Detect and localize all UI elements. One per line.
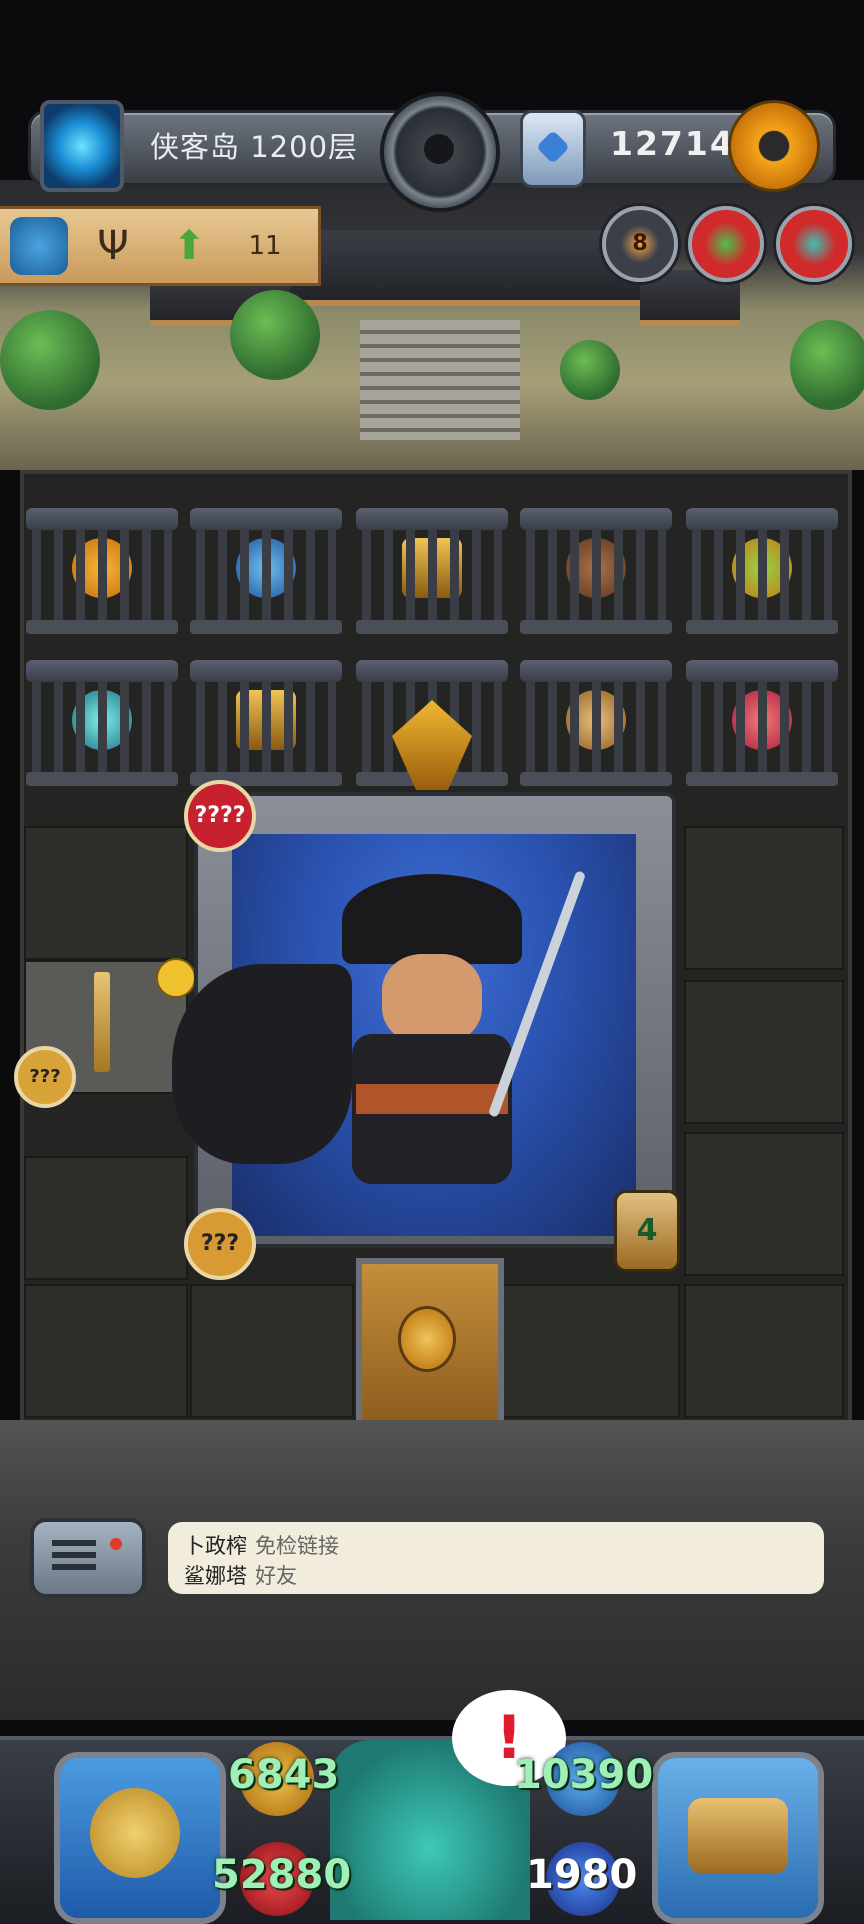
floor-tile[interactable]	[500, 1284, 680, 1418]
cage[interactable]	[356, 508, 508, 638]
floor-tile[interactable]	[684, 1284, 844, 1418]
sword-icon	[94, 972, 110, 1072]
portal-icon[interactable]	[40, 100, 124, 192]
teal-monster-badge[interactable]	[776, 206, 852, 282]
floor-tile[interactable]	[24, 1156, 188, 1280]
floor-tile[interactable]	[684, 1132, 844, 1276]
compass-icon	[90, 1788, 180, 1878]
tree	[230, 290, 320, 380]
scroll-book-icon	[688, 1798, 788, 1874]
sash-shape	[356, 1084, 508, 1114]
notification-dot-icon	[110, 1538, 122, 1550]
wing-count: 11	[248, 231, 282, 261]
buff-scroll-banner[interactable]: Ψ ⬆ 11	[0, 206, 321, 286]
keyhole-icon	[398, 1306, 456, 1372]
card-bottom-badge: ???	[184, 1208, 256, 1280]
shell-icon	[10, 217, 68, 275]
cape-shape	[172, 964, 352, 1164]
chat-menu-button[interactable]	[30, 1518, 146, 1598]
cage[interactable]	[686, 660, 838, 790]
attack-stat: 6843	[228, 1752, 340, 1798]
chat-name: 卜政榨	[184, 1534, 247, 1558]
floor-tile[interactable]	[190, 1284, 354, 1418]
hat-shape	[342, 874, 522, 964]
wing-icon: 11	[236, 217, 294, 275]
floor-tile[interactable]	[684, 980, 844, 1124]
menu-lines-icon	[52, 1540, 96, 1546]
coin-badge[interactable]: 8	[602, 206, 678, 282]
chat-message: 好友	[255, 1564, 297, 1588]
equipment-button[interactable]	[54, 1752, 226, 1924]
attack-buff-icon	[156, 958, 196, 998]
tree	[790, 320, 864, 410]
cage[interactable]	[26, 660, 178, 790]
face-shape	[382, 954, 482, 1044]
coin-badge-label: 8	[632, 231, 648, 256]
cage[interactable]	[520, 508, 672, 638]
green-monster-badge[interactable]	[688, 206, 764, 282]
cage[interactable]	[190, 508, 342, 638]
trident-icon: Ψ	[97, 223, 129, 269]
tree	[560, 340, 620, 400]
hourglass-timer: 4	[614, 1190, 680, 1272]
up-arrow-icon: ⬆	[172, 223, 206, 269]
monster-portrait[interactable]	[172, 834, 636, 1236]
floor-tile[interactable]	[684, 826, 844, 970]
settings-gear-icon[interactable]	[728, 100, 820, 192]
inventory-button[interactable]	[652, 1752, 824, 1924]
cage[interactable]	[520, 660, 672, 790]
floor-label: 侠客岛 1200层	[150, 130, 359, 164]
mp-stat: 1980	[526, 1852, 638, 1898]
chat-message: 免检链接	[255, 1534, 339, 1558]
chat-name: 鲨娜塔	[184, 1564, 247, 1588]
timer-value: 4	[636, 1213, 658, 1248]
defense-stat: 10390	[514, 1752, 654, 1798]
chat-preview[interactable]: 卜政榨 免检链接 鲨娜塔 好友	[168, 1522, 824, 1594]
card-top-badge: ????	[184, 780, 256, 852]
cage[interactable]	[26, 508, 178, 638]
emblem-icon	[520, 110, 586, 188]
hp-stat: 52880	[212, 1852, 352, 1898]
tree	[0, 310, 100, 410]
floor-tile[interactable]	[24, 826, 188, 960]
center-gear-icon[interactable]	[380, 92, 500, 212]
stone-stairs	[360, 320, 520, 440]
cage[interactable]	[190, 660, 342, 790]
side-item-badge: ???	[14, 1046, 76, 1108]
floor-tile[interactable]	[24, 1284, 188, 1418]
cage[interactable]	[686, 508, 838, 638]
